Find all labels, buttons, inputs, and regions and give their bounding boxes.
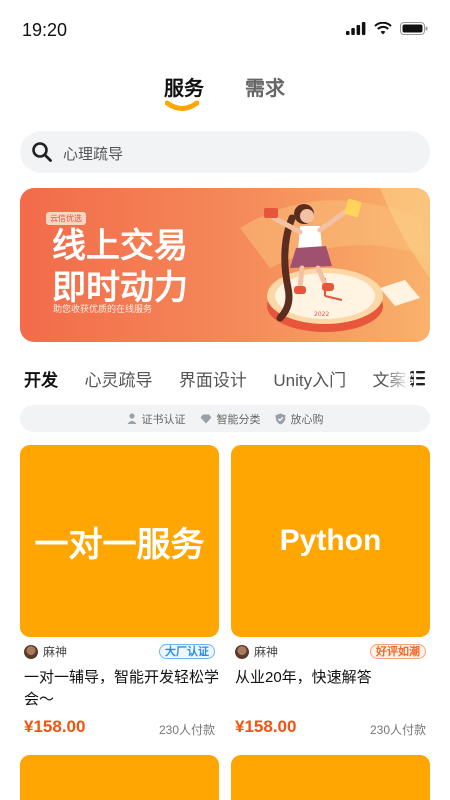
card-image: 一对一服务 — [20, 445, 219, 637]
card-sales: 230人付款 — [369, 723, 426, 737]
search-icon — [32, 142, 52, 162]
status-bar: 19:20 — [0, 0, 450, 60]
avatar — [24, 644, 38, 659]
category-tab-dev[interactable]: 开发 — [24, 366, 58, 391]
search-placeholder: 心理疏导 — [63, 146, 124, 163]
card-price: ¥158.00 — [24, 717, 86, 736]
feature-smart-category: 智能分类 — [200, 411, 261, 427]
feature-smart-category-label: 智能分类 — [216, 413, 261, 426]
category-tabs: 开发 心灵疏导 界面设计 Unity入门 文案编辑 — [24, 366, 414, 394]
feature-certified-label: 证书认证 — [141, 413, 186, 426]
active-tab-indicator-icon — [165, 100, 199, 111]
card-image: Python — [231, 445, 430, 637]
signal-icon — [346, 22, 366, 35]
feature-strip: 证书认证 智能分类 放心购 — [20, 405, 430, 432]
card-title: 从业20年，快速解答 — [235, 669, 372, 686]
category-tab-ui-design[interactable]: 界面设计 — [179, 366, 247, 391]
category-tab-counseling[interactable]: 心灵疏导 — [84, 366, 152, 391]
service-card-next[interactable] — [20, 755, 219, 800]
service-card[interactable]: Python 麻神 好评如潮 从业20年，快速解答 ¥158.00 230人付款 — [231, 445, 430, 745]
card-price: ¥158.00 — [235, 717, 297, 736]
card-badge: 大厂认证 — [159, 644, 215, 659]
person-icon — [127, 413, 136, 424]
card-badge: 好评如潮 — [370, 644, 426, 659]
author-name: 麻神 — [254, 645, 279, 659]
card-title: 一对一辅导，智能开发轻松学会～ — [24, 669, 220, 708]
card-author: 麻神 — [24, 643, 67, 660]
card-sales: 230人付款 — [158, 723, 215, 737]
status-time: 19:20 — [22, 20, 68, 40]
banner-year-text: 2022 — [314, 311, 329, 318]
category-fade — [384, 362, 410, 392]
feature-certified: 证书认证 — [127, 411, 186, 427]
battery-icon — [400, 22, 428, 35]
service-card-next[interactable] — [231, 755, 430, 800]
status-icons — [346, 22, 428, 35]
feature-safe-purchase: 放心购 — [275, 411, 324, 427]
banner-illustration: 2022 — [240, 188, 430, 332]
category-menu-icon[interactable] — [410, 369, 426, 387]
tab-service[interactable]: 服务 — [164, 72, 204, 101]
search-input[interactable]: 心理疏导 — [20, 131, 430, 173]
service-card[interactable]: 一对一服务 麻神 大厂认证 一对一辅导，智能开发轻松学会～ ¥158.00 23… — [20, 445, 219, 745]
author-name: 麻神 — [43, 645, 68, 659]
tab-demand[interactable]: 需求 — [245, 72, 285, 101]
avatar — [235, 644, 249, 659]
feature-safe-purchase-label: 放心购 — [290, 413, 324, 426]
category-tab-unity[interactable]: Unity入门 — [273, 366, 346, 391]
wifi-icon — [374, 22, 392, 35]
banner-subtitle: 助您收获优质的在线服务 — [53, 304, 153, 314]
promo-banner[interactable]: 云信优选 线上交易 即时动力 助您收获优质的在线服务 2022 — [20, 188, 430, 342]
diamond-icon — [200, 414, 211, 423]
card-author: 麻神 — [235, 643, 278, 660]
top-tabs: 服务 需求 — [0, 72, 450, 116]
shield-icon — [275, 413, 285, 424]
